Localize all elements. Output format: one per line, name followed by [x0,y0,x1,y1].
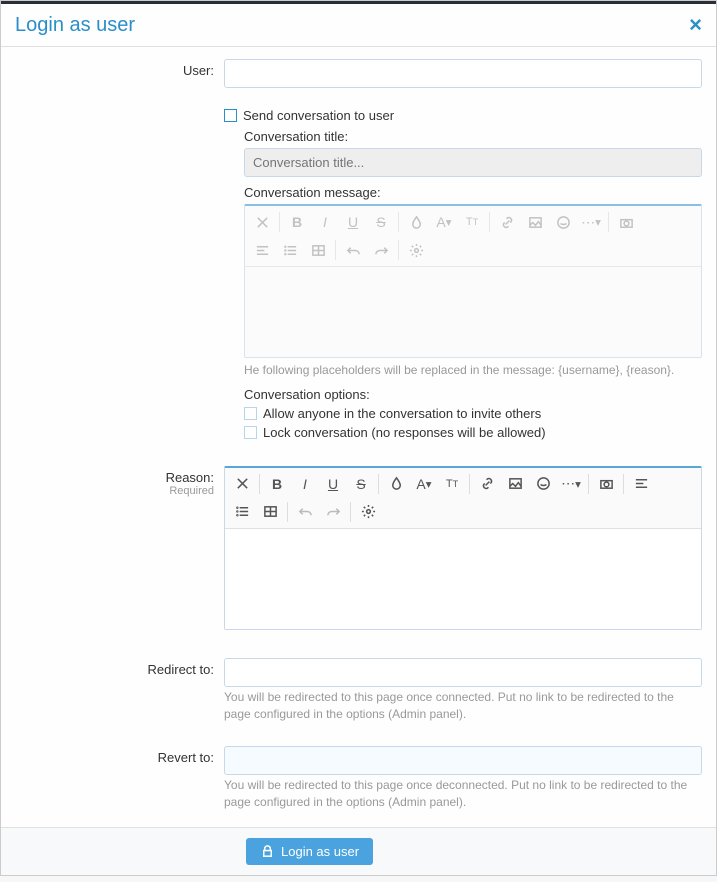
link-icon[interactable] [494,210,520,234]
link-icon[interactable] [474,472,500,496]
align-icon[interactable] [249,238,275,262]
camera-icon[interactable] [613,210,639,234]
more-icon[interactable]: ⋯▾ [558,472,584,496]
settings-icon[interactable] [355,500,381,524]
color-icon[interactable] [403,210,429,234]
lock-conversation-checkbox[interactable] [244,426,257,439]
revert-label: Revert to: [158,750,214,765]
strike-icon[interactable]: S [368,210,394,234]
font-icon[interactable]: A▾ [431,210,457,234]
send-conversation-checkbox[interactable] [224,109,237,122]
color-icon[interactable] [383,472,409,496]
allow-invite-checkbox[interactable] [244,407,257,420]
emoji-icon[interactable] [530,472,556,496]
user-label: User: [183,63,214,78]
reason-area[interactable] [225,529,701,629]
conversation-message-label: Conversation message: [244,185,702,200]
underline-icon[interactable]: U [340,210,366,234]
font-icon[interactable]: A▾ [411,472,437,496]
underline-icon[interactable]: U [320,472,346,496]
reason-required: Required [1,485,214,497]
size-icon[interactable]: TT [459,210,485,234]
strike-icon[interactable]: S [348,472,374,496]
redo-icon[interactable] [320,500,346,524]
undo-icon[interactable] [292,500,318,524]
conversation-title-input[interactable] [244,148,702,177]
submit-label: Login as user [281,844,359,859]
clear-format-icon[interactable] [249,210,275,234]
list-icon[interactable] [277,238,303,262]
user-input[interactable] [224,59,702,88]
conversation-placeholder-hint: He following placeholders will be replac… [244,362,702,379]
italic-icon[interactable]: I [292,472,318,496]
image-icon[interactable] [502,472,528,496]
allow-invite-label: Allow anyone in the conversation to invi… [263,406,541,421]
more-icon[interactable]: ⋯▾ [578,210,604,234]
camera-icon[interactable] [593,472,619,496]
close-icon[interactable]: × [689,12,702,38]
login-as-user-dialog: Login as user × User: Send conversation … [0,0,717,876]
undo-icon[interactable] [340,238,366,262]
dialog-title: Login as user [15,14,135,37]
login-as-user-button[interactable]: Login as user [246,838,373,865]
editor-toolbar: B I U S A▾ TT ⋯▾ [225,468,701,529]
align-icon[interactable] [628,472,654,496]
italic-icon[interactable]: I [312,210,338,234]
conversation-message-editor: B I U S A▾ TT [244,204,702,358]
conversation-message-area[interactable] [245,267,701,357]
clear-format-icon[interactable] [229,472,255,496]
redo-icon[interactable] [368,238,394,262]
conversation-options-label: Conversation options: [244,387,702,402]
reason-editor: B I U S A▾ TT ⋯▾ [224,466,702,630]
revert-input[interactable] [224,746,702,775]
settings-icon[interactable] [403,238,429,262]
lock-conversation-label: Lock conversation (no responses will be … [263,425,546,440]
table-icon[interactable] [305,238,331,262]
image-icon[interactable] [522,210,548,234]
emoji-icon[interactable] [550,210,576,234]
size-icon[interactable]: TT [439,472,465,496]
lock-icon [260,844,275,859]
redirect-hint: You will be redirected to this page once… [224,689,702,723]
redirect-label: Redirect to: [148,662,214,677]
editor-toolbar: B I U S A▾ TT [245,206,701,267]
list-icon[interactable] [229,500,255,524]
dialog-titlebar: Login as user × [1,1,716,47]
revert-hint: You will be redirected to this page once… [224,777,702,811]
table-icon[interactable] [257,500,283,524]
bold-icon[interactable]: B [284,210,310,234]
send-conversation-label: Send conversation to user [243,108,394,123]
conversation-title-label: Conversation title: [244,129,702,144]
reason-label: Reason: [166,470,214,485]
bold-icon[interactable]: B [264,472,290,496]
redirect-input[interactable] [224,658,702,687]
dialog-footer: Login as user [1,827,716,875]
